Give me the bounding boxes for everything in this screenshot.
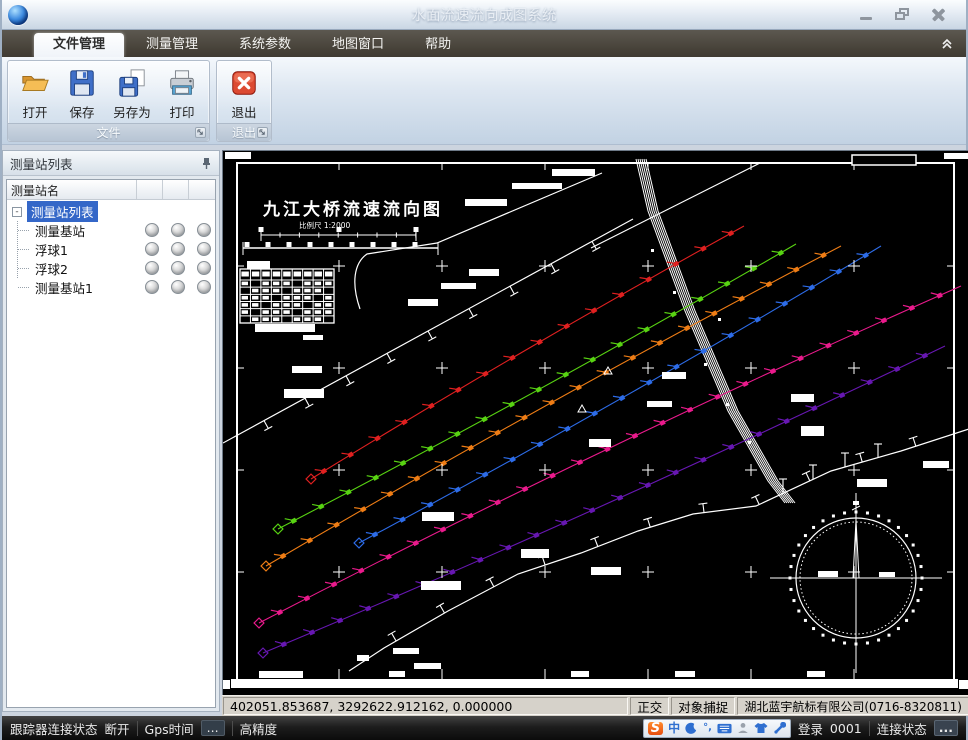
pin-icon[interactable]: [201, 157, 212, 170]
status-orb: [197, 242, 211, 256]
tree-item-1[interactable]: 浮球1: [31, 239, 72, 260]
svg-text:九江大桥流速流向图: 九江大桥流速流向图: [262, 199, 443, 220]
save-as-icon: [116, 68, 148, 98]
ribbon-group-exit: 退出 退出: [216, 60, 272, 142]
tree-station-row: 浮球2: [7, 259, 215, 278]
tree-station-row: 测量基站: [7, 221, 215, 240]
bottom-status-bar: 跟踪器连接状态 断开 Gps时间 ... 高精度 S 中 °,: [2, 716, 966, 740]
group-file-label: 文件: [96, 124, 120, 141]
cad-status-bar: 402051.853687, 3292622.912162, 0.000000 …: [222, 695, 968, 716]
station-tree: -测量站列表测量基站浮球1浮球2测量基站1: [7, 200, 215, 297]
ribbon-tab-0[interactable]: 文件管理: [34, 33, 124, 57]
status-orb: [197, 223, 211, 237]
ribbon-tab-2[interactable]: 系统参数: [220, 33, 310, 57]
minimize-icon: [860, 17, 872, 20]
tree-item-0[interactable]: 测量基站: [31, 220, 89, 241]
fullwidth-moon-icon[interactable]: [685, 722, 698, 735]
login-label[interactable]: 登录: [798, 719, 823, 738]
tree-column-header[interactable]: 测量站名: [7, 180, 215, 200]
column-status-1[interactable]: [137, 180, 163, 199]
column-station-name[interactable]: 测量站名: [7, 180, 137, 199]
status-orb: [197, 280, 211, 294]
exit-button[interactable]: 退出: [222, 63, 266, 123]
ribbon-tab-3[interactable]: 地图窗口: [313, 33, 403, 57]
panel-title: 测量站列表: [10, 154, 73, 173]
ime-mode-icon[interactable]: 中: [668, 722, 680, 734]
status-orb: [171, 223, 185, 237]
open-button[interactable]: 打开: [13, 63, 57, 123]
save-as-label: 另存为: [113, 102, 151, 121]
ribbon-group-file: 打开 保存: [7, 60, 210, 142]
soft-keyboard-icon[interactable]: [717, 723, 732, 734]
printer-icon: [166, 68, 198, 98]
minimize-button[interactable]: [856, 7, 878, 23]
ribbon-collapse-icon[interactable]: [940, 37, 954, 51]
tracker-status-label: 跟踪器连接状态: [10, 719, 98, 738]
ribbon-tab-bar: 文件管理测量管理系统参数地图窗口帮助: [2, 30, 966, 57]
exit-label: 退出: [231, 102, 256, 121]
group-file-launcher-icon[interactable]: [195, 127, 206, 138]
save-as-button[interactable]: 另存为: [107, 63, 157, 123]
column-status-3[interactable]: [189, 180, 215, 199]
sogou-logo-icon[interactable]: S: [648, 722, 663, 735]
precision-label: 高精度: [240, 719, 278, 738]
tracker-status-value: 断开: [105, 719, 130, 738]
open-label: 打开: [22, 102, 47, 121]
login-id: 0001: [830, 721, 862, 736]
punctuation-icon[interactable]: °,: [703, 723, 712, 733]
cad-drawing[interactable]: 九江大桥流速流向图比例尺 1:2000: [223, 151, 968, 696]
ortho-toggle[interactable]: 正交: [630, 697, 669, 715]
tree-item-3[interactable]: 测量基站1: [31, 277, 97, 298]
status-orb: [145, 280, 159, 294]
station-list-panel: 测量站列表 测量站名 -测量站列表测量基站浮球1浮球2测量基站1: [2, 150, 220, 712]
gps-time-label: Gps时间: [145, 719, 194, 738]
save-label: 保存: [69, 102, 94, 121]
cad-canvas[interactable]: 九江大桥流速流向图比例尺 1:2000: [222, 150, 968, 695]
coordinate-readout: 402051.853687, 3292622.912162, 0.000000: [223, 697, 628, 715]
skin-shirt-icon[interactable]: [754, 722, 768, 734]
close-button[interactable]: [928, 7, 950, 23]
group-exit-label: 退出: [232, 124, 256, 141]
tree-station-row: 浮球1: [7, 240, 215, 259]
exit-icon: [228, 68, 260, 98]
save-icon: [66, 68, 98, 98]
status-orb: [171, 242, 185, 256]
title-bar[interactable]: 水面流速流向成图系统: [2, 0, 966, 30]
panel-header[interactable]: 测量站列表: [3, 151, 219, 176]
print-button[interactable]: 打印: [160, 63, 204, 123]
status-orb: [145, 261, 159, 275]
column-status-2[interactable]: [163, 180, 189, 199]
status-orb: [145, 223, 159, 237]
ribbon-tab-4[interactable]: 帮助: [406, 33, 470, 57]
tree-expander[interactable]: -: [12, 207, 22, 217]
status-orb: [171, 280, 185, 294]
save-button[interactable]: 保存: [60, 63, 104, 123]
folder-open-icon: [19, 68, 51, 98]
user-icon[interactable]: [737, 722, 749, 734]
status-orb: [197, 261, 211, 275]
tree-item-2[interactable]: 浮球2: [31, 258, 72, 279]
tree-root-item[interactable]: 测量站列表: [27, 201, 98, 222]
ribbon-tab-1[interactable]: 测量管理: [127, 33, 217, 57]
svg-text:比例尺 1:2000: 比例尺 1:2000: [299, 220, 350, 230]
connection-status-label: 连接状态: [877, 719, 927, 738]
restore-button[interactable]: [892, 7, 914, 23]
ribbon: 打开 保存: [2, 57, 966, 145]
group-exit-launcher-icon[interactable]: [257, 127, 268, 138]
status-orb: [145, 242, 159, 256]
gps-time-value[interactable]: ...: [201, 720, 225, 736]
window-title: 水面流速流向成图系统: [2, 4, 966, 25]
osnap-toggle[interactable]: 对象捕捉: [671, 697, 735, 715]
status-orb: [171, 261, 185, 275]
tree-station-row: 测量基站1: [7, 278, 215, 297]
app-window: 水面流速流向成图系统 文件管理测量管理系统参数地图窗口帮助 打开: [0, 0, 968, 740]
connection-status-value[interactable]: ...: [934, 720, 958, 736]
wrench-icon[interactable]: [773, 722, 786, 735]
ime-language-bar[interactable]: S 中 °,: [643, 719, 791, 738]
company-label: 湖北蓝宇航标有限公司(0716-8320811): [737, 697, 968, 715]
print-label: 打印: [169, 102, 194, 121]
